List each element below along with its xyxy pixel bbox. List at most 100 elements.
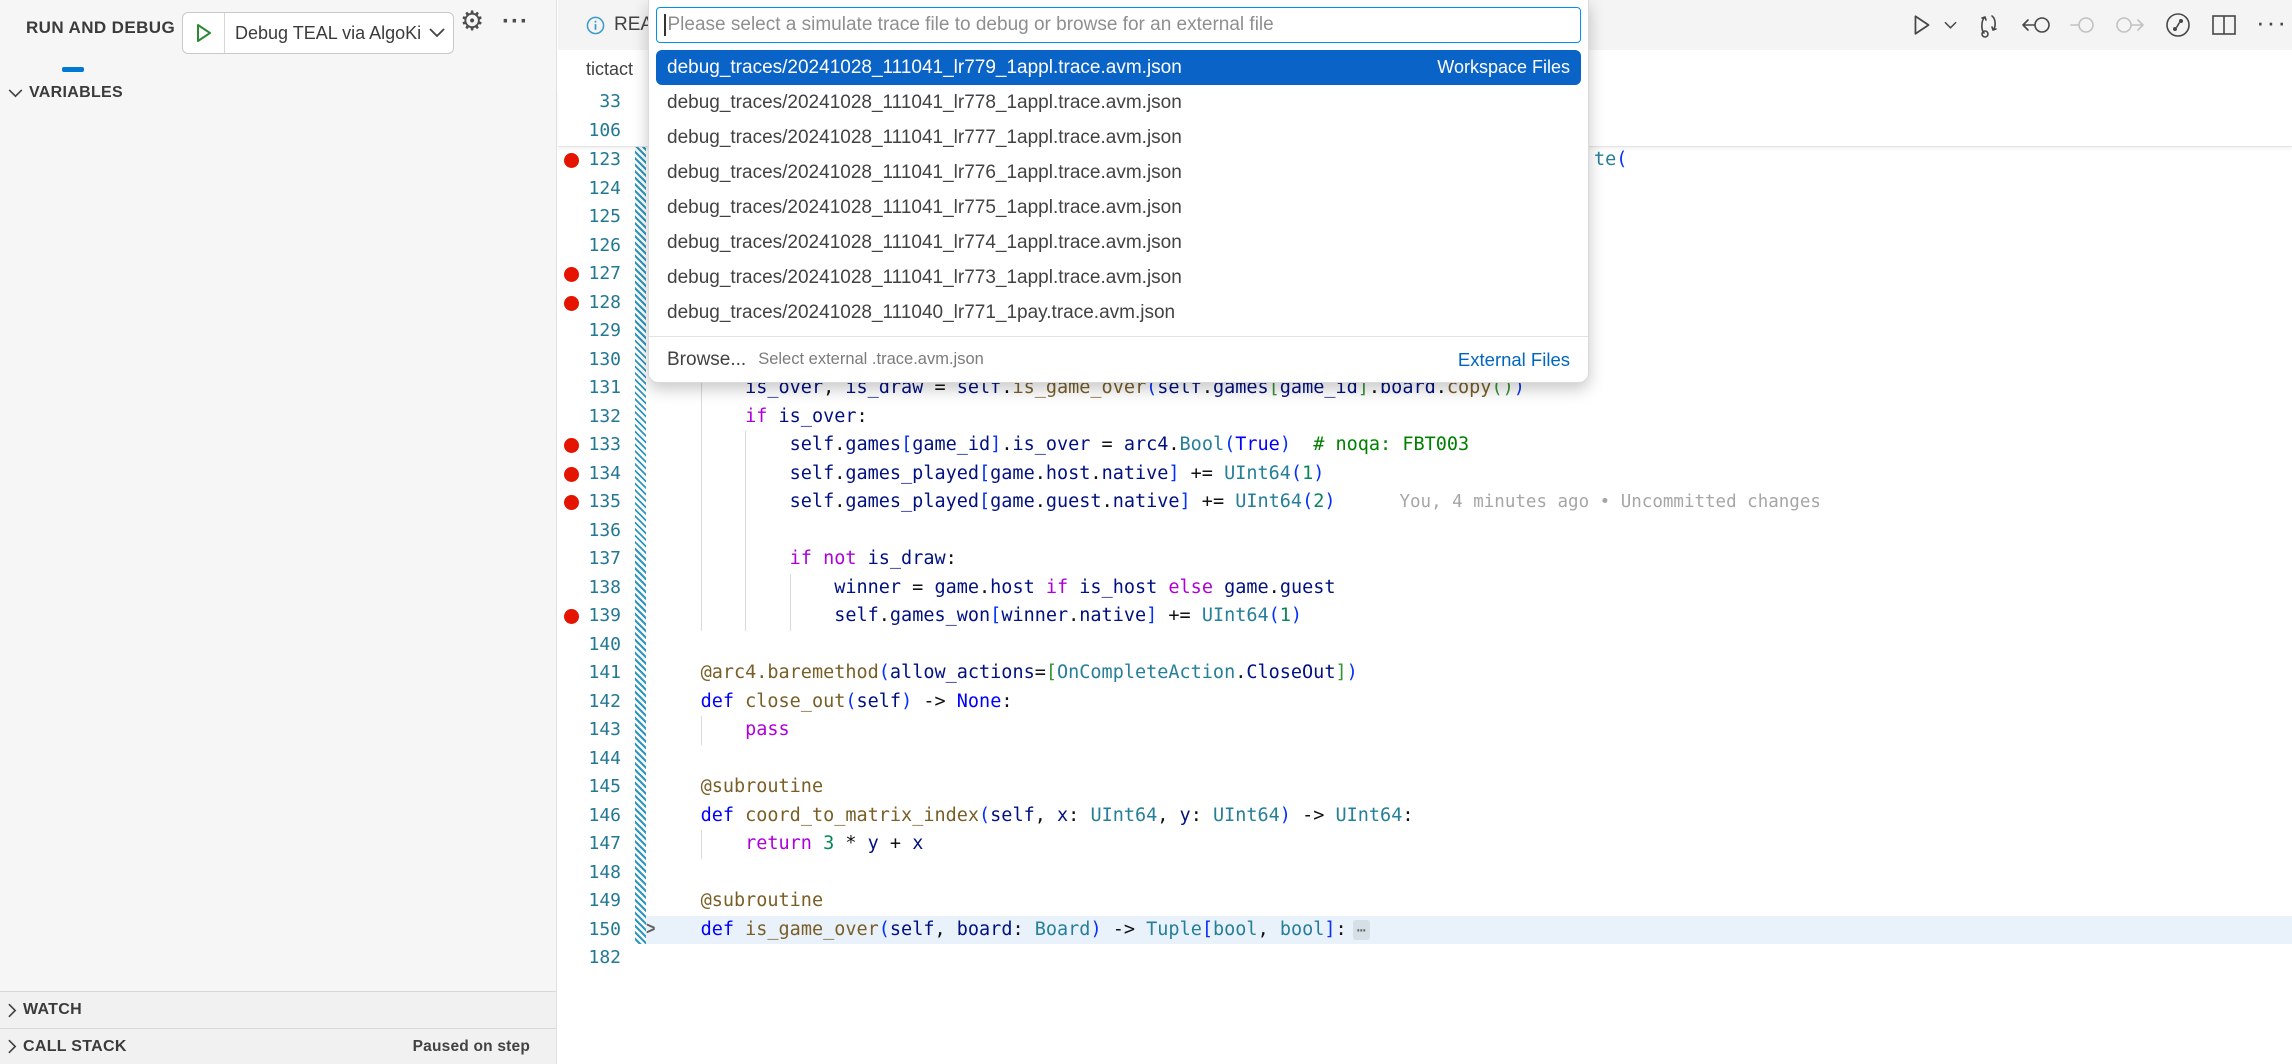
code-line-141: 141 @arc4.baremethod(allow_actions=[OnCo… [558,659,2292,688]
line-number[interactable]: 145 [558,773,621,802]
line-number[interactable]: 127 [558,260,621,289]
step-forward-icon [2115,15,2145,35]
call-stack-section-header[interactable]: CALL STACK Paused on step [0,1028,556,1064]
line-number[interactable]: 139 [558,602,621,631]
line-number[interactable]: 143 [558,716,621,745]
line-number[interactable]: 132 [558,403,621,432]
sticky-line-number[interactable]: 106 [558,117,621,146]
quickpick-item-label: debug_traces/20241028_111040_lr771_1pay.… [667,302,1175,324]
step-back-icon[interactable] [2021,15,2051,35]
line-number[interactable]: 150 [558,916,621,945]
call-stack-label: CALL STACK [23,1038,127,1056]
line-number[interactable]: 129 [558,317,621,346]
debug-graph-icon[interactable] [2164,11,2192,39]
code-line-144: 144 [558,745,2292,774]
quickpick-item[interactable]: debug_traces/20241028_111041_lr775_1appl… [656,190,1581,225]
breadcrumb-file-label[interactable]: tictact [586,59,633,80]
code-line-142: 142 def close_out(self) -> None: [558,688,2292,717]
code-line-text[interactable]: return 3 * y + x [656,830,923,859]
code-line-150: 150> def is_game_over(self, board: Board… [558,916,2292,945]
line-number[interactable]: 146 [558,802,621,831]
line-number[interactable]: 134 [558,460,621,489]
run-button[interactable] [1911,13,1933,37]
code-line-139: 139 self.games_won[winner.native] += UIn… [558,602,2292,631]
quickpick-item[interactable]: debug_traces/20241028_111041_lr776_1appl… [656,155,1581,190]
split-editor-icon[interactable] [2211,13,2237,37]
code-line-143: 143 pass [558,716,2292,745]
quickpick-item[interactable]: debug_traces/20241028_111041_lr774_1appl… [656,225,1581,260]
line-number[interactable]: 124 [558,175,621,204]
code-line-text[interactable]: def coord_to_matrix_index(self, x: UInt6… [656,802,1413,831]
line-number[interactable]: 137 [558,545,621,574]
sticky-line-number[interactable]: 33 [558,88,621,117]
more-actions-icon[interactable]: ··· [2256,7,2288,38]
quickpick-item[interactable]: debug_traces/20241028_111041_lr779_1appl… [656,50,1581,85]
quickpick-item-label: debug_traces/20241028_111041_lr777_1appl… [667,127,1182,149]
line-number[interactable]: 140 [558,631,621,660]
run-and-debug-sidebar: RUN AND DEBUG Debug TEAL via AlgoKi ⚙ ··… [0,0,557,1064]
code-line-text[interactable]: winner = game.host if is_host else game.… [656,574,1336,603]
line-number[interactable]: 126 [558,232,621,261]
text-caret [664,14,666,36]
code-line-text[interactable]: self.games[game_id].is_over = arc4.Bool(… [656,431,1469,460]
code-line-text[interactable]: @subroutine [656,773,823,802]
line-number[interactable]: 133 [558,431,621,460]
debug-config-label: Debug TEAL via AlgoKi [225,23,427,44]
play-icon [195,23,213,43]
code-line-140: 140 [558,631,2292,660]
progress-bar [62,67,84,72]
inline-blame-annotation: You, 4 minutes ago • Uncommitted changes [1399,492,1820,512]
variables-section-header[interactable]: VARIABLES [0,76,556,110]
code-line-text[interactable]: self.games_played[game.host.native] += U… [656,460,1324,489]
code-line-text[interactable]: self.games_played[game.guest.native] += … [656,488,1821,517]
line-number[interactable]: 182 [558,944,621,973]
workspace-files-group-label: Workspace Files [1437,57,1570,78]
run-dropdown-chevron-icon[interactable] [1944,21,1957,30]
code-line-text[interactable]: @arc4.baremethod(allow_actions=[OnComple… [656,659,1358,688]
line-number[interactable]: 148 [558,859,621,888]
quickpick-item[interactable]: debug_traces/20241028_111041_lr777_1appl… [656,120,1581,155]
code-line-text[interactable]: pass [656,716,790,745]
folded-code-ellipsis[interactable]: ⋯ [1353,920,1370,940]
vscode-window: RUN AND DEBUG Debug TEAL via AlgoKi ⚙ ··… [0,0,2292,1064]
line-number[interactable]: 123 [558,146,621,175]
quickpick-item[interactable]: debug_traces/20241028_111041_lr773_1appl… [656,260,1581,295]
line-number[interactable]: 130 [558,346,621,375]
code-line-text[interactable]: @subroutine [656,887,823,916]
code-line-182: 182 [558,944,2292,973]
code-line-text[interactable]: self.games_won[winner.native] += UInt64(… [656,602,1302,631]
quickpick-input[interactable]: Please select a simulate trace file to d… [656,7,1581,43]
rerun-trace-icon[interactable] [1976,11,2002,39]
quickpick-item[interactable]: debug_traces/20241028_111040_lr771_1pay.… [656,295,1581,330]
code-line-text[interactable]: if is_over: [656,403,868,432]
line-number[interactable]: 142 [558,688,621,717]
code-line-text[interactable]: if not is_draw: [656,545,957,574]
line-number[interactable]: 131 [558,374,621,403]
line-number[interactable]: 149 [558,887,621,916]
line-number[interactable]: 147 [558,830,621,859]
code-line-135: 135 self.games_played[game.guest.native]… [558,488,2292,517]
line-number[interactable]: 144 [558,745,621,774]
line-number[interactable]: 141 [558,659,621,688]
line-number[interactable]: 135 [558,488,621,517]
watch-section-header[interactable]: WATCH [0,991,556,1028]
quickpick-separator [649,336,1588,337]
gear-icon[interactable]: ⚙ [460,6,484,37]
quickpick-browse-item[interactable]: Browse... Select external .trace.avm.jso… [656,343,1581,376]
editor-actions: ··· [1911,0,2292,50]
chevron-right-icon [8,1039,17,1054]
line-number[interactable]: 136 [558,517,621,546]
debug-config-dropdown[interactable]: Debug TEAL via AlgoKi [182,12,454,54]
quickpick-item[interactable]: debug_traces/20241028_111041_lr778_1appl… [656,85,1581,120]
code-line-147: 147 return 3 * y + x [558,830,2292,859]
code-line-text[interactable]: def is_game_over(self, board: Board) -> … [656,916,1370,945]
quickpick-widget: Please select a simulate trace file to d… [648,0,1589,383]
line-number[interactable]: 138 [558,574,621,603]
line-number[interactable]: 125 [558,203,621,232]
start-debug-button[interactable] [183,13,225,53]
line-number[interactable]: 128 [558,289,621,318]
code-line-text[interactable]: def close_out(self) -> None: [656,688,1012,717]
more-actions-icon[interactable]: ··· [502,8,529,36]
browse-label: Browse... [667,349,746,371]
pause-circle-icon [2070,15,2096,35]
